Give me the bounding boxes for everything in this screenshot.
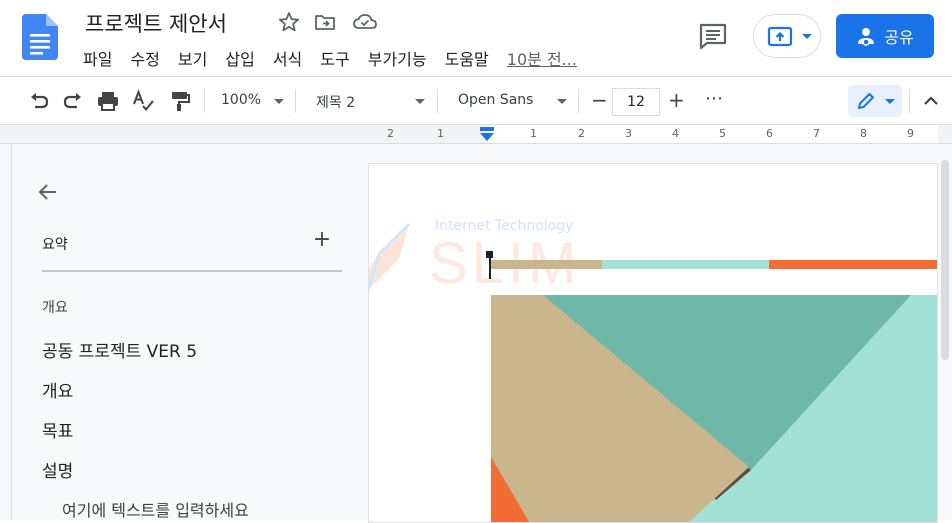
ruler-label: 9 xyxy=(907,127,914,140)
more-options-icon[interactable]: ⋯ xyxy=(705,88,723,109)
outline-heading: 개요 xyxy=(42,300,68,316)
share-people-icon xyxy=(858,28,875,46)
present-dropdown-icon xyxy=(802,34,812,39)
ruler-label: 3 xyxy=(625,127,632,140)
cover-image xyxy=(491,295,937,522)
share-button[interactable]: 공유 xyxy=(836,14,934,58)
toolbar: 100% 제목 2 Open Sans − 12 + ⋯ xyxy=(0,77,952,125)
header-color-bar-teal xyxy=(602,260,769,269)
menu-view[interactable]: 보기 xyxy=(169,44,216,72)
header-color-bar-orange xyxy=(769,260,937,269)
font-dropdown-icon[interactable] xyxy=(557,99,567,104)
cloud-saved-icon[interactable] xyxy=(352,10,378,34)
document-title[interactable]: 프로젝트 제안서 xyxy=(85,8,227,38)
toolbar-divider xyxy=(578,89,579,113)
spellcheck-icon[interactable] xyxy=(131,89,155,113)
ruler-label: 6 xyxy=(766,127,773,140)
header-color-bar-tan xyxy=(491,260,602,269)
add-summary-button[interactable]: + xyxy=(312,229,332,251)
ruler-label: 7 xyxy=(813,127,820,140)
menu-bar: 파일 수정 보기 삽입 서식 도구 부가기능 도움말 10분 전... xyxy=(74,44,577,72)
collapse-menus-icon[interactable] xyxy=(919,89,943,113)
paragraph-style-select[interactable]: 제목 2 xyxy=(316,92,355,112)
present-button[interactable] xyxy=(753,14,821,58)
ruler-label: 4 xyxy=(672,127,679,140)
menu-file[interactable]: 파일 xyxy=(74,44,121,72)
document-canvas: Internet Technology SLIM xyxy=(356,144,938,523)
docs-logo-icon[interactable] xyxy=(22,14,58,60)
redo-icon[interactable] xyxy=(61,89,85,113)
close-outline-arrow-icon[interactable] xyxy=(36,180,60,204)
undo-icon[interactable] xyxy=(27,89,51,113)
font-family-select[interactable]: Open Sans xyxy=(458,92,533,108)
pencil-icon xyxy=(858,93,874,109)
ruler-label: 1 xyxy=(437,127,444,140)
move-folder-icon[interactable] xyxy=(313,10,337,34)
outline-divider xyxy=(42,270,342,272)
menu-help[interactable]: 도움말 xyxy=(436,44,498,72)
horizontal-ruler: 2 1 1 2 3 4 5 6 7 8 9 xyxy=(0,125,952,144)
share-label: 공유 xyxy=(884,28,914,47)
ruler-label: 5 xyxy=(719,127,726,140)
comment-history-icon[interactable] xyxy=(697,21,729,51)
ruler-label: 1 xyxy=(530,127,537,140)
vertical-ruler xyxy=(0,144,12,520)
toolbar-divider xyxy=(437,89,438,113)
zoom-dropdown-icon[interactable] xyxy=(274,99,284,104)
print-icon[interactable] xyxy=(96,89,120,113)
last-edit-link[interactable]: 10분 전... xyxy=(507,46,577,70)
outline-item[interactable]: 설명 xyxy=(42,457,73,482)
indent-marker-icon[interactable] xyxy=(479,126,495,142)
font-size-input[interactable]: 12 xyxy=(612,88,660,116)
paint-format-icon[interactable] xyxy=(168,89,192,113)
scrollbar-thumb[interactable] xyxy=(941,160,949,360)
present-icon xyxy=(767,26,793,47)
menu-insert[interactable]: 삽입 xyxy=(216,44,263,72)
toolbar-divider xyxy=(204,89,205,113)
editing-mode-dropdown-icon xyxy=(885,99,895,104)
star-icon[interactable] xyxy=(277,10,301,34)
toolbar-divider xyxy=(909,89,910,113)
outline-item[interactable]: 목표 xyxy=(42,417,73,442)
editing-mode-button[interactable] xyxy=(848,85,902,117)
document-page[interactable]: Internet Technology SLIM xyxy=(368,163,938,523)
toolbar-divider xyxy=(295,89,296,113)
decrease-font-size-button[interactable]: − xyxy=(591,88,608,112)
increase-font-size-button[interactable]: + xyxy=(668,88,685,112)
vertical-scrollbar[interactable] xyxy=(938,144,952,520)
zoom-select[interactable]: 100% xyxy=(221,92,261,108)
document-outline-panel: 요약 + 개요 공동 프로젝트 VER 5 개요 목표 설명 여기에 텍스트를 … xyxy=(12,144,356,520)
style-dropdown-icon[interactable] xyxy=(415,99,425,104)
menu-tools[interactable]: 도구 xyxy=(311,44,358,72)
menu-format[interactable]: 서식 xyxy=(264,44,311,72)
menu-edit[interactable]: 수정 xyxy=(121,44,168,72)
outline-item[interactable]: 여기에 텍스트를 입력하세요 xyxy=(62,497,249,521)
outline-item[interactable]: 개요 xyxy=(42,377,73,402)
ruler-label: 8 xyxy=(860,127,867,140)
text-cursor xyxy=(486,251,493,258)
summary-heading: 요약 xyxy=(42,237,68,253)
ruler-label: 2 xyxy=(387,127,394,140)
menu-addons[interactable]: 부가기능 xyxy=(359,44,436,72)
ruler-label: 2 xyxy=(578,127,585,140)
title-bar: 프로젝트 제안서 파일 수정 보기 삽입 서식 도구 부가기능 도움말 10분 … xyxy=(0,0,952,77)
outline-item[interactable]: 공동 프로젝트 VER 5 xyxy=(42,337,197,362)
